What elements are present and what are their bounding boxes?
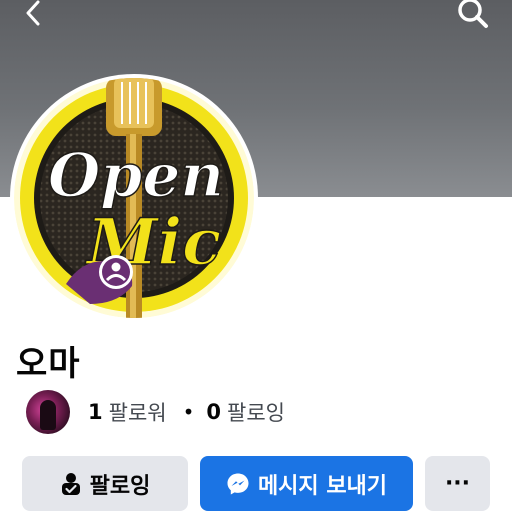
follower-avatar[interactable] — [26, 390, 70, 434]
more-options-icon: ··· — [444, 471, 471, 496]
search-icon — [458, 0, 488, 28]
more-options-button[interactable]: ··· — [425, 456, 490, 511]
logo-text-open: Open — [48, 141, 224, 211]
following-link[interactable]: 0 팔로잉 — [206, 397, 285, 427]
followers-link[interactable]: 1 팔로워 — [88, 397, 167, 427]
following-count: 0 — [206, 400, 222, 424]
profile-name: 오마 — [16, 344, 81, 384]
send-message-button[interactable]: 메시지 보내기 — [200, 456, 413, 511]
follower-figure — [40, 400, 56, 430]
profile-picture[interactable]: Open Mic — [10, 74, 258, 322]
messenger-icon — [226, 472, 250, 496]
person-check-icon — [60, 472, 82, 496]
following-label: 팔로잉 — [227, 401, 285, 425]
followers-label: 팔로워 — [108, 401, 167, 425]
open-mic-logo: Open Mic — [14, 78, 254, 318]
following-button-label: 팔로잉 — [89, 473, 151, 499]
follow-text: 1 팔로워 • 0 팔로잉 — [88, 397, 285, 427]
chevron-left-icon — [26, 0, 40, 26]
follow-stats: 1 팔로워 • 0 팔로잉 — [26, 389, 285, 435]
following-button[interactable]: 팔로잉 — [22, 456, 188, 511]
followers-count: 1 — [88, 400, 103, 424]
stats-separator: • — [182, 400, 195, 424]
search-button[interactable] — [456, 0, 490, 30]
send-message-label: 메시지 보내기 — [257, 473, 388, 499]
back-button[interactable] — [18, 0, 48, 30]
